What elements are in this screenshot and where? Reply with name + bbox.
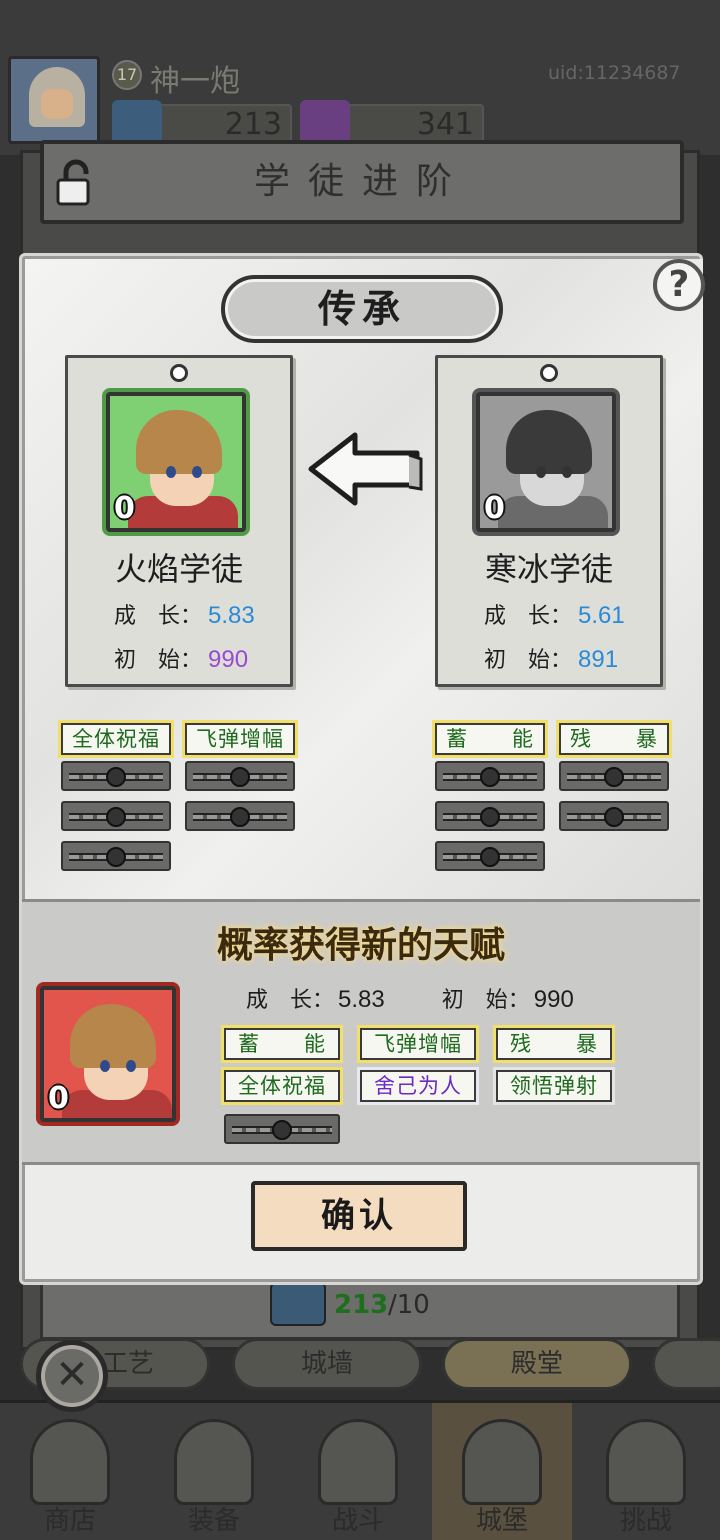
nav-shop[interactable]: 商店 [0,1403,140,1540]
swords-icon [318,1419,398,1505]
apprentice-name: 火焰学徒 [114,550,243,588]
lock-icon [106,767,126,787]
locked-slot [559,761,669,791]
player-uid: uid:11234687 [548,62,681,84]
token-count: 213 /10 [270,1282,490,1326]
gem-currency: 341 [300,100,484,144]
skill-tag[interactable]: 领悟弹射 [496,1070,612,1102]
dialog-title-plaque: 传承 [221,275,503,343]
nav-battle[interactable]: 战斗 [288,1403,428,1540]
lock-icon [272,1120,292,1140]
result-preview: 概率获得新的天赋 0 成 长： 5.83 初 始： 990 蓄 能 飞弹增幅 残 暴… [22,899,700,1165]
player-level-badge: 17 [112,60,142,90]
tab-more[interactable] [652,1338,720,1390]
target-apprentice-card: 0 火焰学徒 成 长： 5.83 初 始： 990 [65,355,293,687]
game-screen: 17 神一炮 uid:11234687 213 341 学徒进阶 213 /10… [0,0,720,1540]
lock-icon [230,767,250,787]
source-apprentice-card: 0 寒冰学徒 成 长： 5.61 初 始： 891 [435,355,663,687]
lock-icon [604,767,624,787]
star-count: 0 [114,491,135,526]
castle-icon [462,1419,542,1505]
growth-stat: 成 长： 5.83 [114,602,255,629]
tab-wall[interactable]: 城墙 [232,1338,422,1390]
panel-title: 学徒进阶 [253,161,470,202]
skill-tag[interactable]: 飞弹增幅 [185,723,295,755]
skill-tag[interactable]: 全体祝福 [224,1070,340,1102]
fire-apprentice-portrait[interactable]: 0 [106,392,246,532]
arrow-left-icon [308,432,423,506]
locked-slot [435,801,545,831]
locked-slot [435,841,545,871]
close-button[interactable]: ✕ [36,1340,108,1412]
player-name: 神一炮 [150,64,240,99]
shield-icon [606,1419,686,1505]
result-title: 概率获得新的天赋 [216,924,505,966]
lock-icon [106,807,126,827]
lock-icon [230,807,250,827]
nav-challenge[interactable]: 挑战 [576,1403,716,1540]
skill-tag[interactable]: 残 暴 [559,723,669,755]
book-icon [112,100,162,144]
book-icon [270,1282,326,1326]
skill-tag[interactable]: 蓄 能 [224,1028,340,1060]
inherit-dialog: 传承 ? 0 火焰学徒 成 长： 5.83 初 始： 990 0 寒冰学徒 成 … [22,256,705,1282]
help-button[interactable]: ? [653,259,705,311]
nav-equipment[interactable]: 装备 [144,1403,284,1540]
locked-slot [61,841,171,871]
skill-tag[interactable]: 飞弹增幅 [360,1028,476,1060]
locked-slot [61,761,171,791]
result-portrait: 0 [40,986,176,1122]
skill-tag[interactable]: 舍己为人 [360,1070,476,1102]
lock-icon [480,847,500,867]
lock-icon [106,847,126,867]
sub-tabs: 手工艺 城墙 殿堂 [0,1330,720,1400]
locked-slot [185,801,295,831]
locked-slot [61,801,171,831]
locked-slot [559,801,669,831]
locked-slot [185,761,295,791]
shop-icon [30,1419,110,1505]
initial-stat: 初 始： 891 [484,646,619,673]
confirm-button[interactable]: 确认 [251,1181,467,1251]
player-avatar[interactable] [8,56,100,144]
gem-icon [300,100,350,144]
skill-tag[interactable]: 全体祝福 [61,723,171,755]
bag-icon [174,1419,254,1505]
result-stats: 成 长： 5.83 初 始： 990 [246,986,574,1013]
dialog-title: 传承 [317,286,406,331]
ice-apprentice-portrait[interactable]: 0 [476,392,616,532]
bottom-nav: 商店 装备 战斗 城堡 挑战 [0,1400,720,1540]
tab-hall[interactable]: 殿堂 [442,1338,632,1390]
nav-castle[interactable]: 城堡 [432,1403,572,1540]
growth-stat: 成 长： 5.61 [484,602,625,629]
book-currency: 213 [112,100,292,144]
lock-icon [604,807,624,827]
skill-tag[interactable]: 蓄 能 [435,723,545,755]
locked-slot [224,1114,340,1144]
star-count: 0 [48,1081,69,1116]
skill-tag[interactable]: 残 暴 [496,1028,612,1060]
lock-icon [480,807,500,827]
panel-header: 学徒进阶 [40,140,684,224]
apprentice-name: 寒冰学徒 [484,550,613,588]
locked-slot [435,761,545,791]
lock-icon [480,767,500,787]
star-count: 0 [484,491,505,526]
initial-stat: 初 始： 990 [114,646,249,673]
